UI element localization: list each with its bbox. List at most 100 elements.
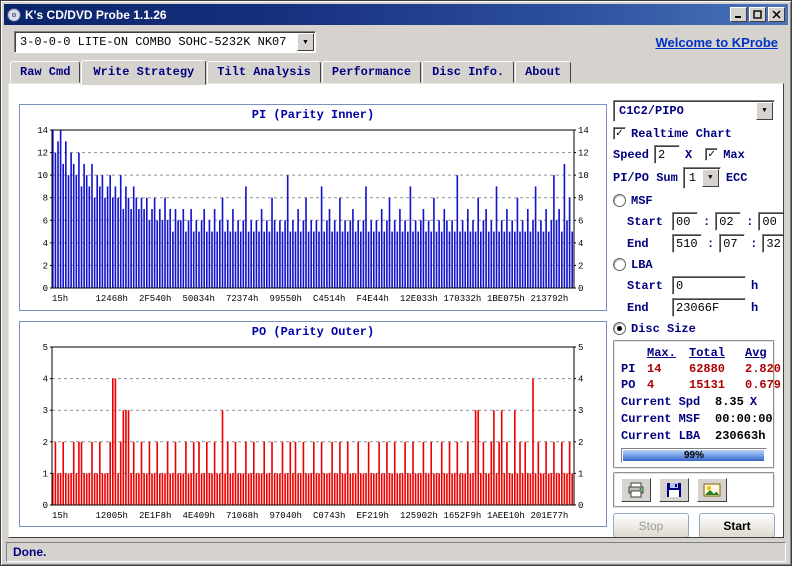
floppy-disk-icon [666, 482, 682, 498]
close-button[interactable] [768, 7, 785, 22]
colon-separator: : [750, 237, 757, 251]
po-chart: PO (Parity Outer) 00112233445515h12005h2… [19, 321, 607, 528]
svg-text:71068h: 71068h [226, 511, 258, 521]
disc-size-radio[interactable] [613, 322, 626, 335]
tab-tilt-analysis[interactable]: Tilt Analysis [207, 61, 321, 83]
tab-performance[interactable]: Performance [322, 61, 421, 83]
svg-text:12: 12 [578, 149, 589, 159]
window-title: K's CD/DVD Probe 1.1.26 [25, 8, 726, 22]
svg-text:14: 14 [37, 126, 48, 136]
tab-page-write-strategy: PI (Parity Inner) 0022446688101012121414… [8, 83, 784, 538]
msf-end-input-0[interactable] [672, 234, 702, 253]
disc-size-label: Disc Size [631, 322, 696, 336]
svg-text:6: 6 [578, 216, 583, 226]
current-speed-label: Current Spd [621, 395, 709, 409]
tab-about[interactable]: About [515, 61, 571, 83]
speed-label: Speed [613, 148, 649, 162]
msf-start-input-0[interactable] [672, 212, 698, 231]
stop-button[interactable]: Stop [613, 513, 689, 538]
svg-text:2E1F8h: 2E1F8h [139, 511, 171, 521]
svg-text:0: 0 [578, 501, 583, 511]
current-msf-label: Current MSF [621, 412, 709, 426]
msf-start-input-1[interactable] [715, 212, 741, 231]
stats-pi-avg: 2.820 [745, 362, 784, 376]
minimize-button[interactable] [730, 7, 747, 22]
svg-text:4E409h: 4E409h [183, 511, 215, 521]
po-chart-title: PO (Parity Outer) [22, 324, 604, 341]
svg-text:15h: 15h [52, 294, 68, 304]
msf-end-input-1[interactable] [719, 234, 745, 253]
svg-text:99550h: 99550h [270, 294, 302, 304]
lba-start-unit: h [751, 279, 758, 293]
status-bar: Done. [6, 542, 786, 562]
svg-text:1: 1 [578, 469, 583, 479]
stats-po-label: PO [621, 378, 647, 392]
stats-pi-total: 62880 [689, 362, 745, 376]
chart-mode-value: C1C2/PIPO [614, 101, 755, 121]
svg-text:8: 8 [43, 194, 48, 204]
svg-text:3: 3 [578, 406, 583, 416]
svg-text:12: 12 [37, 149, 48, 159]
speed-input[interactable] [654, 145, 680, 164]
tab-disc-info[interactable]: Disc Info. [422, 61, 514, 83]
chevron-down-icon[interactable]: ▼ [297, 33, 314, 51]
realtime-chart-checkbox[interactable]: ✓ [613, 127, 626, 140]
svg-text:2: 2 [43, 261, 48, 271]
lba-end-unit: h [751, 301, 758, 315]
msf-radio[interactable] [613, 194, 626, 207]
stats-header-total: Total [689, 346, 745, 360]
stats-po-total: 15131 [689, 378, 745, 392]
current-speed-value: 8.35 [715, 395, 744, 409]
realtime-chart-label: Realtime Chart [631, 127, 732, 141]
title-bar[interactable]: K's CD/DVD Probe 1.1.26 [4, 4, 788, 25]
svg-text:4: 4 [578, 374, 583, 384]
svg-text:5: 5 [43, 343, 48, 353]
statistics-group: Max. Total Avg PI 14 62880 2.820 PO 4 15… [613, 340, 775, 469]
export-image-button[interactable] [697, 478, 727, 502]
svg-text:4: 4 [43, 239, 48, 249]
svg-text:15h: 15h [52, 511, 68, 521]
save-button[interactable] [659, 478, 689, 502]
svg-text:50034h: 50034h [183, 294, 215, 304]
lba-end-input[interactable] [672, 298, 746, 317]
msf-start-input-2[interactable] [758, 212, 784, 231]
current-msf-value: 00:00:00 [715, 412, 773, 426]
tab-write-strategy[interactable]: Write Strategy [81, 60, 206, 85]
svg-text:0: 0 [43, 284, 48, 294]
maximize-button[interactable] [749, 7, 766, 22]
max-speed-label: Max [723, 148, 745, 162]
device-select[interactable]: 3-0-0-0 LITE-ON COMBO SOHC-5232K NK07 ▼ [14, 31, 316, 53]
start-button[interactable]: Start [699, 513, 775, 538]
charts-column: PI (Parity Inner) 0022446688101012121414… [19, 104, 607, 527]
stats-header-max: Max. [647, 346, 689, 360]
colon-separator: : [707, 237, 714, 251]
svg-text:1652F9h: 1652F9h [444, 511, 482, 521]
pi-chart: PI (Parity Inner) 0022446688101012121414… [19, 104, 607, 311]
svg-text:6: 6 [43, 216, 48, 226]
svg-text:4: 4 [578, 239, 583, 249]
tab-raw-cmd[interactable]: Raw Cmd [10, 61, 80, 83]
chevron-down-icon[interactable]: ▼ [756, 102, 773, 120]
welcome-link[interactable]: Welcome to KProbe [655, 35, 778, 50]
action-buttons: Stop Start [613, 513, 775, 538]
svg-text:0: 0 [43, 501, 48, 511]
svg-text:5: 5 [578, 343, 583, 353]
msf-end-input-2[interactable] [762, 234, 784, 253]
svg-text:C4514h: C4514h [313, 294, 345, 304]
print-button[interactable] [621, 478, 651, 502]
msf-start-label: Start [627, 215, 667, 229]
chart-mode-select[interactable]: C1C2/PIPO ▼ [613, 100, 775, 122]
pipo-sum-select[interactable]: 1 ▼ [683, 167, 721, 189]
max-speed-checkbox[interactable]: ✓ [705, 148, 718, 161]
speed-x-label: X [685, 148, 692, 162]
svg-text:14: 14 [578, 126, 589, 136]
svg-text:0: 0 [578, 284, 583, 294]
svg-text:201E77h: 201E77h [531, 511, 569, 521]
lba-start-input[interactable] [672, 276, 746, 295]
po-chart-plot: 00112233445515h12005h2E1F8h4E409h71068h9… [24, 341, 602, 525]
svg-text:12468h: 12468h [96, 294, 128, 304]
colon-separator: : [703, 215, 710, 229]
pi-chart-plot: 002244668810101212141415h12468h2F540h500… [24, 124, 602, 308]
chevron-down-icon[interactable]: ▼ [702, 169, 719, 187]
lba-radio[interactable] [613, 258, 626, 271]
